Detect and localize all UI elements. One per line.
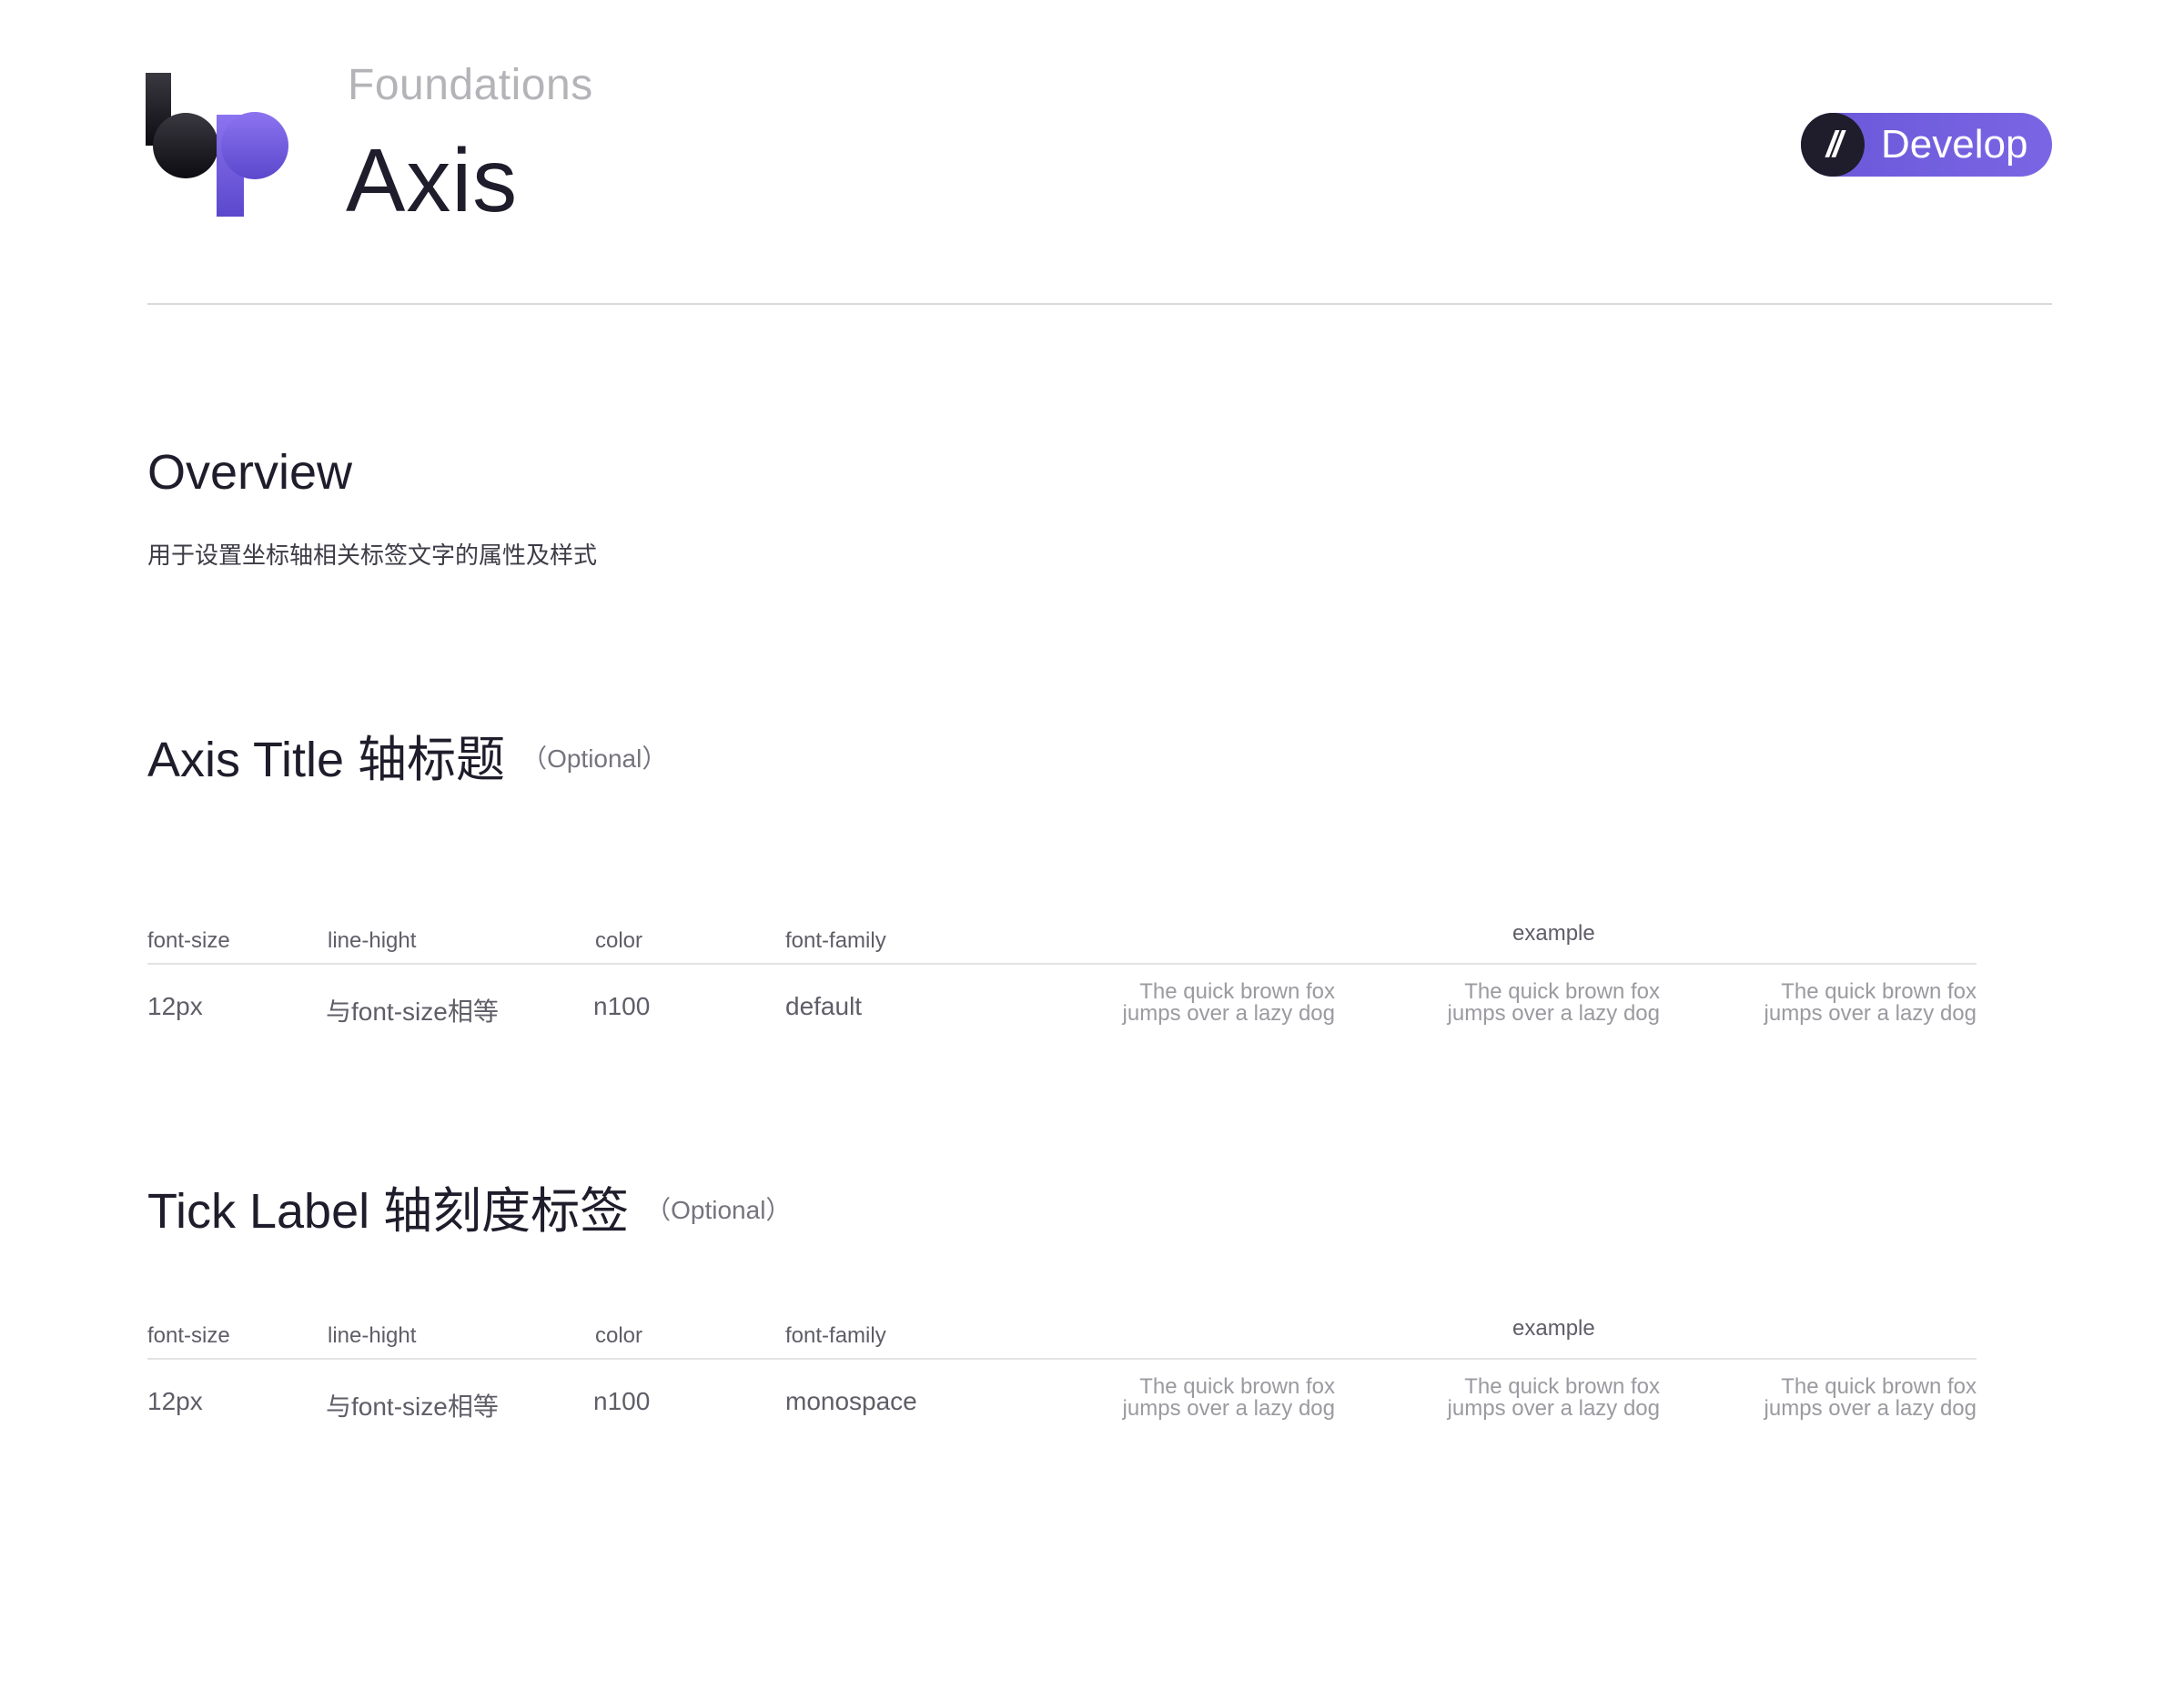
column-header-line-height: line-hight: [328, 1323, 417, 1348]
optional-tag: （Optional）: [645, 1196, 792, 1224]
example-line: The quick brown fox: [1139, 1374, 1335, 1399]
example-line: The quick brown fox: [1464, 979, 1660, 1004]
example-sample: The quick brown fox jumps over a lazy do…: [1123, 981, 1335, 1025]
develop-badge[interactable]: // Develop: [1801, 113, 2052, 177]
column-header-font-size: font-size: [147, 928, 230, 953]
font-family-value: monospace: [785, 1387, 917, 1415]
column-header-color: color: [595, 928, 643, 953]
table-divider: [147, 963, 1977, 965]
column-header-font-family: font-family: [785, 928, 886, 953]
line-height-value: 与font-size相等: [326, 997, 499, 1026]
example-line: jumps over a lazy dog: [1764, 1396, 1977, 1421]
example-line: jumps over a lazy dog: [1447, 1001, 1660, 1026]
example-line: The quick brown fox: [1781, 979, 1977, 1004]
section-title: Axis Title 轴标题: [147, 733, 506, 787]
line-height-value: 与font-size相等: [326, 1392, 499, 1421]
optional-tag: （Optional）: [521, 744, 668, 773]
slashes-icon: //: [1801, 113, 1865, 177]
column-header-example: example: [1512, 1316, 1595, 1341]
column-header-font-size: font-size: [147, 1323, 230, 1348]
example-line: jumps over a lazy dog: [1122, 1396, 1335, 1421]
column-header-example: example: [1512, 921, 1595, 946]
example-line: jumps over a lazy dog: [1447, 1396, 1660, 1421]
column-header-font-family: font-family: [785, 1323, 886, 1348]
table-divider: [147, 1358, 1977, 1360]
example-line: The quick brown fox: [1781, 1374, 1977, 1399]
column-header-line-height: line-hight: [328, 928, 417, 953]
brand-logo: [146, 73, 288, 217]
section-title: Tick Label 轴刻度标签: [147, 1184, 630, 1239]
overview-description: 用于设置坐标轴相关标签文字的属性及样式: [147, 542, 598, 569]
color-value: n100: [593, 992, 651, 1020]
font-family-value: default: [785, 992, 863, 1020]
breadcrumb[interactable]: Foundations: [348, 60, 593, 110]
header-divider: [147, 303, 2052, 305]
example-line: The quick brown fox: [1139, 979, 1335, 1004]
color-value: n100: [593, 1387, 651, 1415]
font-size-value: 12px: [147, 1387, 203, 1415]
example-sample: The quick brown fox jumps over a lazy do…: [1448, 1376, 1660, 1420]
example-line: jumps over a lazy dog: [1122, 1001, 1335, 1026]
example-sample: The quick brown fox jumps over a lazy do…: [1764, 1376, 1977, 1420]
font-size-value: 12px: [147, 992, 203, 1020]
develop-badge-label: Develop: [1881, 122, 2028, 167]
page-title: Axis: [346, 130, 519, 230]
example-sample: The quick brown fox jumps over a lazy do…: [1764, 981, 1977, 1025]
overview-heading: Overview: [147, 445, 353, 500]
column-header-color: color: [595, 1323, 643, 1348]
example-line: jumps over a lazy dog: [1764, 1001, 1977, 1026]
example-sample: The quick brown fox jumps over a lazy do…: [1448, 981, 1660, 1025]
example-sample: The quick brown fox jumps over a lazy do…: [1123, 1376, 1335, 1420]
axis-title-heading: Axis Title 轴标题 （Optional）: [147, 719, 667, 791]
tick-label-heading: Tick Label 轴刻度标签 （Optional）: [147, 1170, 791, 1242]
example-line: The quick brown fox: [1464, 1374, 1660, 1399]
